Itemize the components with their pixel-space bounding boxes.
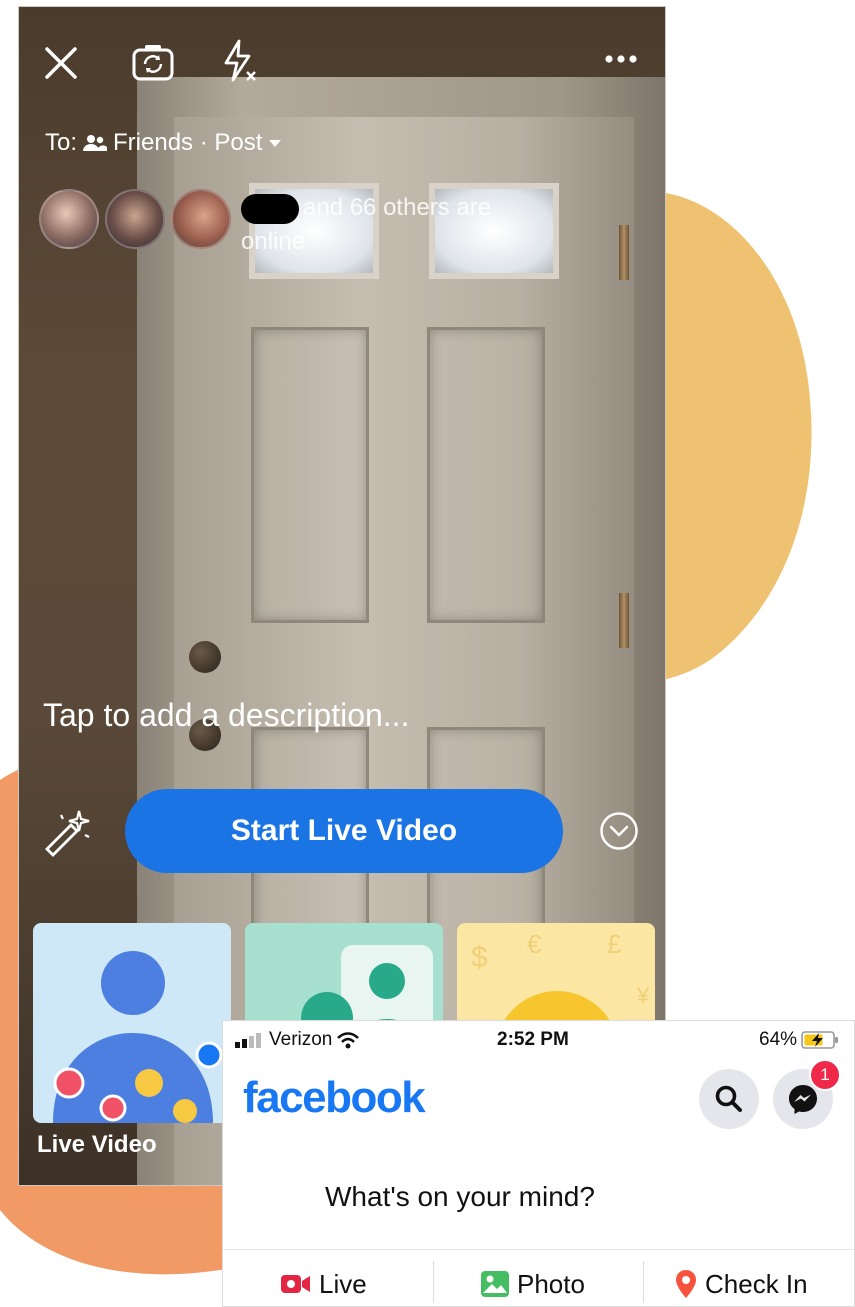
door-hinge xyxy=(619,225,629,280)
svg-text:£: £ xyxy=(607,929,622,959)
start-live-video-button[interactable]: Start Live Video xyxy=(125,789,563,873)
friends-icon xyxy=(83,135,108,151)
live-video-screen: To: Friends · Post and 66 others are onl… xyxy=(18,6,666,1186)
camera-flip-icon[interactable] xyxy=(129,39,177,85)
battery-percent: 64% xyxy=(759,1029,798,1050)
status-bar-right: 64% xyxy=(759,1029,839,1051)
photo-action-label: Photo xyxy=(517,1268,585,1299)
audience-prefix: To: xyxy=(45,129,78,156)
svg-text:$: $ xyxy=(471,941,488,974)
close-icon[interactable] xyxy=(39,41,83,85)
avatar xyxy=(105,189,165,249)
checkin-action-button[interactable]: Check In xyxy=(675,1266,808,1302)
door-panel xyxy=(251,327,369,623)
magic-wand-icon[interactable] xyxy=(39,805,95,861)
search-icon xyxy=(715,1085,742,1112)
online-viewers-text: and 66 others are online xyxy=(241,191,531,259)
chevron-down-circle-icon[interactable] xyxy=(597,809,641,853)
photo-icon xyxy=(481,1271,509,1297)
facebook-feed-screen: Verizon 2:52 PM 64% facebook 1 What's on… xyxy=(222,1020,855,1307)
search-button[interactable] xyxy=(699,1069,759,1129)
photo-action-button[interactable]: Photo xyxy=(481,1266,585,1302)
live-action-label: Live xyxy=(319,1268,367,1299)
status-time: 2:52 PM xyxy=(497,1029,569,1050)
svg-text:¥: ¥ xyxy=(636,983,650,1008)
wifi-icon xyxy=(337,1032,360,1049)
live-action-button[interactable]: Live xyxy=(281,1266,367,1302)
action-divider xyxy=(643,1261,644,1303)
checkin-action-label: Check In xyxy=(705,1268,808,1299)
status-composer-input[interactable]: What's on your mind? xyxy=(325,1181,595,1213)
svg-text:€: € xyxy=(527,929,542,959)
chevron-down-icon xyxy=(269,140,282,147)
format-card-live-video[interactable] xyxy=(33,923,231,1123)
more-icon[interactable] xyxy=(599,47,643,71)
flash-off-icon[interactable] xyxy=(217,37,261,85)
avatar xyxy=(39,189,99,249)
facebook-logo: facebook xyxy=(243,1073,426,1122)
audience-label: Friends · Post xyxy=(113,129,263,156)
status-bar-left: Verizon xyxy=(235,1029,360,1051)
avatar xyxy=(171,189,231,249)
live-video-icon xyxy=(281,1275,310,1293)
door-hinge xyxy=(619,593,629,648)
live-video-illustration xyxy=(53,951,223,1123)
location-pin-icon xyxy=(676,1270,696,1298)
audience-selector[interactable]: To: Friends · Post xyxy=(45,129,282,157)
door-knob xyxy=(189,641,221,673)
description-input[interactable]: Tap to add a description... xyxy=(43,697,409,734)
signal-icon xyxy=(235,1033,261,1048)
live-video-card-label: Live Video xyxy=(37,1131,157,1158)
door-panel xyxy=(427,327,545,623)
redacted-name xyxy=(241,193,299,224)
messenger-badge: 1 xyxy=(809,1059,841,1091)
messenger-icon xyxy=(789,1085,817,1114)
composer-divider xyxy=(223,1249,854,1250)
action-divider xyxy=(433,1261,434,1303)
battery-charging-icon xyxy=(801,1031,839,1049)
carrier-name: Verizon xyxy=(269,1029,333,1050)
